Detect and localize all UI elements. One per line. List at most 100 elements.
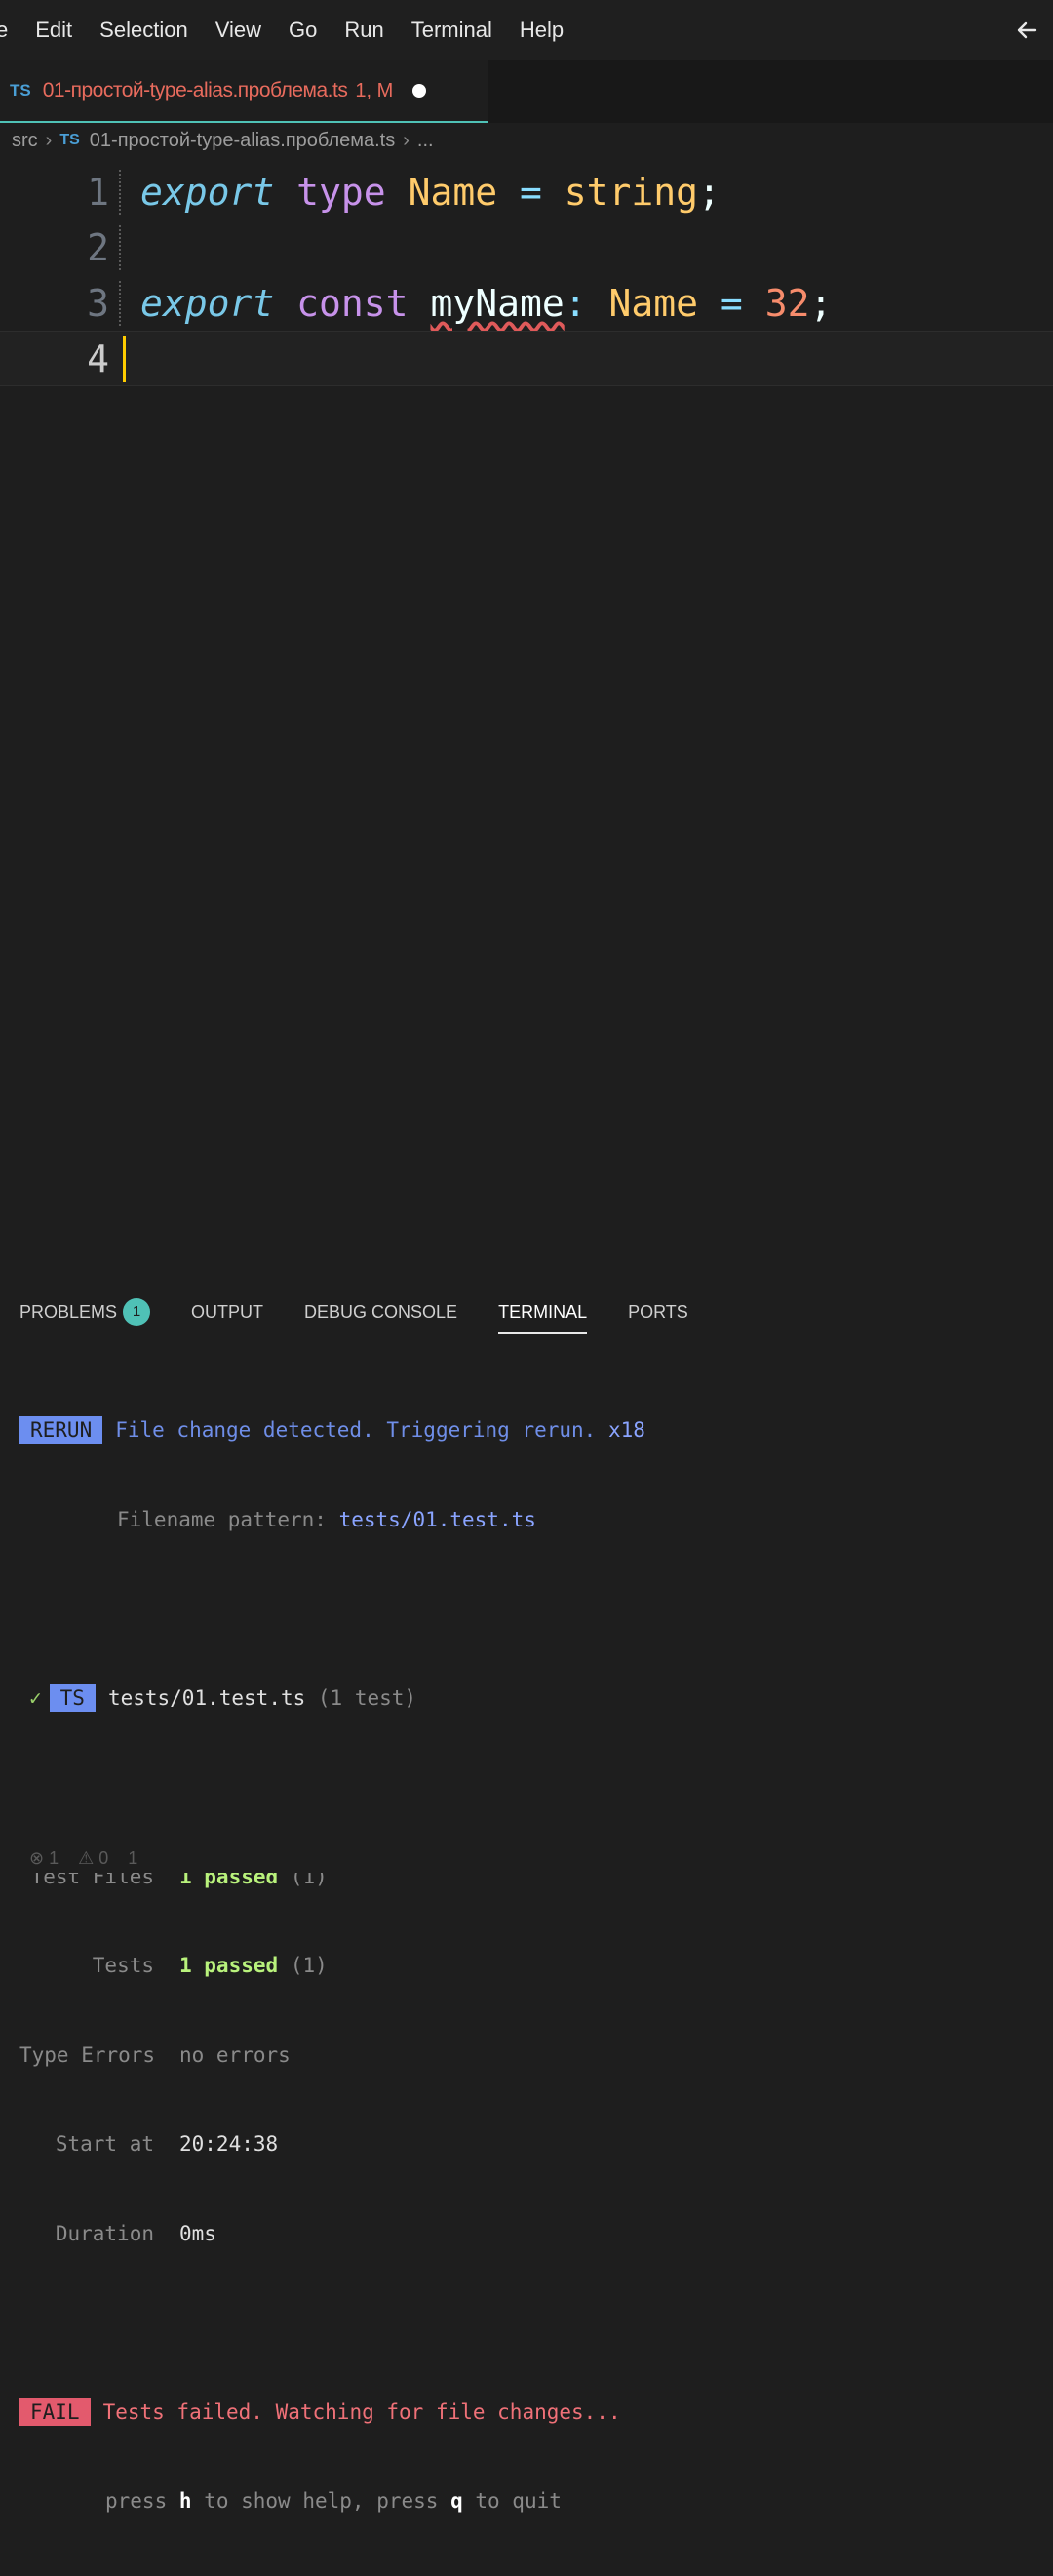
code-token: = bbox=[519, 170, 542, 214]
menu-help[interactable]: Help bbox=[520, 18, 564, 43]
help-key: h bbox=[178, 2489, 192, 2513]
code-token: const bbox=[296, 281, 409, 325]
tests-label: Tests bbox=[92, 1954, 154, 1977]
indent-guide bbox=[119, 224, 125, 270]
rerun-message: File change detected. Triggering rerun. bbox=[115, 1418, 597, 1442]
code-text: export const myName: Name = 32; bbox=[140, 282, 832, 325]
terminal-line: Type Errors no errors bbox=[20, 2041, 1034, 2071]
start-value: 20:24:38 bbox=[179, 2132, 279, 2156]
ts-tag: TS bbox=[49, 1684, 96, 1712]
code-token: ; bbox=[698, 170, 721, 214]
terminal-output[interactable]: RERUN File change detected. Triggering re… bbox=[20, 1356, 1034, 2576]
typescript-file-icon: TS bbox=[10, 81, 31, 99]
help-text: to show help, press bbox=[204, 2489, 439, 2513]
code-token: ; bbox=[809, 281, 833, 325]
tests-value: 1 passed bbox=[179, 1954, 279, 1977]
text-cursor bbox=[123, 335, 126, 382]
indent-guide bbox=[119, 169, 125, 215]
tab-status: 1, M bbox=[355, 79, 394, 101]
code-token: export bbox=[140, 281, 275, 325]
menu-go[interactable]: Go bbox=[289, 18, 317, 43]
menu-edit[interactable]: Edit bbox=[35, 18, 72, 43]
type-errors-label: Type Errors bbox=[20, 2042, 156, 2067]
rerun-count: x18 bbox=[607, 1418, 645, 1442]
fail-message: Tests failed. Watching for file changes.… bbox=[102, 2399, 621, 2424]
code-token: myName bbox=[430, 281, 565, 325]
menu-view[interactable]: View bbox=[215, 18, 261, 43]
menu-bar: e Edit Selection View Go Run Terminal He… bbox=[0, 0, 1053, 60]
test-count: (1 test) bbox=[317, 1685, 417, 1710]
rerun-tag: RERUN bbox=[20, 1416, 103, 1445]
test-file: tests/01.test.ts bbox=[107, 1685, 306, 1710]
menu-terminal[interactable]: Terminal bbox=[411, 18, 492, 43]
terminal-line: RERUN File change detected. Triggering re… bbox=[20, 1415, 1034, 1446]
code-token: 32 bbox=[764, 281, 810, 325]
duration-label: Duration bbox=[55, 2221, 154, 2245]
code-token: = bbox=[720, 281, 743, 325]
chevron-right-icon: › bbox=[45, 129, 53, 151]
typescript-file-icon: TS bbox=[59, 132, 80, 148]
tab-ports[interactable]: PORTS bbox=[628, 1302, 688, 1323]
code-token: export bbox=[140, 170, 275, 214]
terminal-line: Filename pattern: tests/01.test.ts bbox=[20, 1505, 1034, 1535]
menu-selection[interactable]: Selection bbox=[99, 18, 188, 43]
arrow-left-icon[interactable] bbox=[1012, 16, 1041, 45]
pattern-label: Filename pattern: bbox=[117, 1507, 327, 1531]
bottom-panel: PROBLEMS 1 OUTPUT DEBUG CONSOLE TERMINAL… bbox=[0, 1278, 1053, 2513]
quit-key: q bbox=[450, 2489, 463, 2513]
menu-file[interactable]: e bbox=[0, 18, 8, 43]
code-token: Name bbox=[608, 281, 699, 325]
tab-debug-console[interactable]: DEBUG CONSOLE bbox=[304, 1302, 457, 1323]
pattern-value: tests/01.test.ts bbox=[338, 1507, 536, 1531]
tab-problems[interactable]: PROBLEMS 1 bbox=[20, 1298, 151, 1326]
code-line[interactable]: 4 bbox=[0, 331, 1053, 386]
error-count[interactable]: ⊗ 1 bbox=[29, 1848, 58, 1869]
code-token: : bbox=[564, 281, 587, 325]
tab-problems-label: PROBLEMS bbox=[20, 1301, 118, 1322]
start-label: Start at bbox=[55, 2132, 154, 2156]
tab-label: 01-простой-type-alias.проблема.ts bbox=[42, 79, 348, 101]
chevron-right-icon: › bbox=[403, 129, 410, 151]
line-number: 2 bbox=[87, 225, 109, 269]
breadcrumb-file[interactable]: 01-простой-type-alias.проблема.ts bbox=[90, 130, 395, 152]
terminal-line: Tests 1 passed (1) bbox=[20, 1951, 1034, 1981]
tests-total: (1) bbox=[290, 1954, 328, 1977]
line-number: 3 bbox=[87, 281, 109, 325]
menu-run[interactable]: Run bbox=[344, 18, 383, 43]
problems-count-badge: 1 bbox=[123, 1298, 151, 1326]
ports-count[interactable]: 1 bbox=[128, 1848, 137, 1869]
fail-tag: FAIL bbox=[20, 2398, 91, 2426]
code-editor[interactable]: 1 export type Name = string; 2 3 export cons… bbox=[0, 164, 1053, 386]
editor-tab-bar: TS 01-простой-type-alias.проблема.ts 1, … bbox=[0, 60, 1053, 123]
code-line[interactable]: 1 export type Name = string; bbox=[0, 164, 1053, 219]
line-number: 4 bbox=[87, 337, 109, 380]
tab-terminal[interactable]: TERMINAL bbox=[498, 1302, 588, 1334]
tab-output[interactable]: OUTPUT bbox=[191, 1302, 263, 1323]
warning-count[interactable]: ⚠ 0 bbox=[78, 1848, 108, 1869]
breadcrumb-folder[interactable]: src bbox=[12, 130, 38, 152]
breadcrumb: src › TS 01-простой-type-alias.проблема.… bbox=[0, 123, 1053, 158]
code-text: export type Name = string; bbox=[140, 171, 721, 214]
dot-icon[interactable] bbox=[412, 84, 427, 98]
editor-tab-active[interactable]: TS 01-простой-type-alias.проблема.ts 1, … bbox=[0, 60, 488, 123]
breadcrumb-more[interactable]: ... bbox=[417, 130, 434, 152]
code-line[interactable]: 2 bbox=[0, 219, 1053, 275]
terminal-line: press h to show help, press q to quit bbox=[20, 2486, 1034, 2517]
check-icon: ✓ bbox=[29, 1685, 42, 1710]
terminal-line: FAIL Tests failed. Watching for file chan… bbox=[20, 2398, 1034, 2428]
status-bar: ⊗ 1 ⚠ 0 1 bbox=[0, 1843, 1053, 1873]
code-token: type bbox=[296, 170, 386, 214]
indent-guide bbox=[119, 280, 125, 326]
code-line[interactable]: 3 export const myName: Name = 32; bbox=[0, 275, 1053, 331]
code-token: Name bbox=[408, 170, 498, 214]
type-errors-value: no errors bbox=[179, 2042, 291, 2067]
code-token: string bbox=[564, 170, 699, 214]
